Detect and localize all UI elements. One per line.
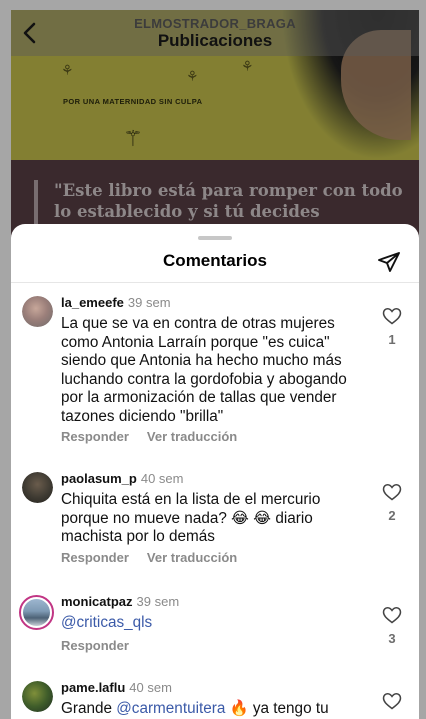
page-title: Publicaciones <box>157 31 273 50</box>
comment-item: paolasum_p 40 sem Chiquita está en la lis… <box>11 471 419 571</box>
comment-meta: paolasum_p 40 sem <box>61 471 184 487</box>
heart-outline-icon[interactable] <box>382 483 402 501</box>
comment-time: 40 sem <box>140 471 184 486</box>
comments-sheet: Comentarios la_emeefe 39 sem La que se va… <box>11 224 419 719</box>
comment-username[interactable]: paolasum_p <box>61 471 137 486</box>
top-header: ELMOSTRADOR_BRAGA Publicaciones <box>11 10 419 56</box>
comment-text: La que se va en contra de otras mujeres … <box>61 315 347 425</box>
comment-mention[interactable]: @carmentuitera <box>116 700 225 717</box>
like-count: 3 <box>388 631 396 646</box>
comment-item: monicatpaz 39 sem @criticas_qls Responder… <box>11 594 419 664</box>
like-count: 2 <box>388 508 396 523</box>
header-username: ELMOSTRADOR_BRAGA <box>134 16 296 31</box>
like-count: 1 <box>388 332 396 347</box>
comment-text-suffix: 🔥 ya tengo tu <box>225 700 329 717</box>
sheet-grabber[interactable] <box>198 236 232 240</box>
comment-meta: monicatpaz 39 sem <box>61 594 179 610</box>
comment-meta: pame.laflu 40 sem <box>61 680 172 696</box>
sheet-divider <box>11 282 419 283</box>
comment-time: 39 sem <box>136 594 180 609</box>
comment-text-prefix: Grande <box>61 700 117 717</box>
comment-actions: Responder <box>61 638 129 653</box>
avatar[interactable] <box>22 296 53 327</box>
heart-outline-icon[interactable] <box>382 606 402 624</box>
sheet-title: Comentarios <box>163 251 267 270</box>
avatar-image <box>23 599 50 626</box>
comment-mention[interactable]: @criticas_qls <box>61 614 361 633</box>
send-icon[interactable] <box>377 250 401 274</box>
comment-item: pame.laflu 40 sem Grande @carmentuitera 🔥… <box>11 680 419 719</box>
reply-button[interactable]: Responder <box>61 638 129 653</box>
comment-username[interactable]: la_emeefe <box>61 295 124 310</box>
comment-actions: Responder Ver traducción <box>61 429 237 444</box>
heart-outline-icon[interactable] <box>382 692 402 710</box>
avatar-image <box>22 681 53 712</box>
comment-meta: la_emeefe 39 sem <box>61 295 171 311</box>
reply-button[interactable]: Responder <box>61 550 129 565</box>
comment-text: Grande @carmentuitera 🔥 ya tengo tu <box>61 700 361 719</box>
comment-time: 39 sem <box>127 295 171 310</box>
avatar-image <box>22 472 53 503</box>
avatar[interactable] <box>22 681 53 712</box>
comment-username[interactable]: pame.laflu <box>61 680 125 695</box>
comment-time: 40 sem <box>129 680 172 695</box>
translate-button[interactable]: Ver traducción <box>147 550 237 565</box>
comment-item: la_emeefe 39 sem La que se va en contra d… <box>11 295 419 445</box>
heart-outline-icon[interactable] <box>382 307 402 325</box>
comment-actions: Responder Ver traducción <box>61 550 237 565</box>
comment-text: Chiquita está en la lista de el mercurio… <box>61 491 321 545</box>
avatar[interactable] <box>22 472 53 503</box>
avatar-with-story-ring[interactable] <box>19 595 54 630</box>
avatar-image <box>22 296 53 327</box>
reply-button[interactable]: Responder <box>61 429 129 444</box>
comment-username[interactable]: monicatpaz <box>61 594 133 609</box>
translate-button[interactable]: Ver traducción <box>147 429 237 444</box>
